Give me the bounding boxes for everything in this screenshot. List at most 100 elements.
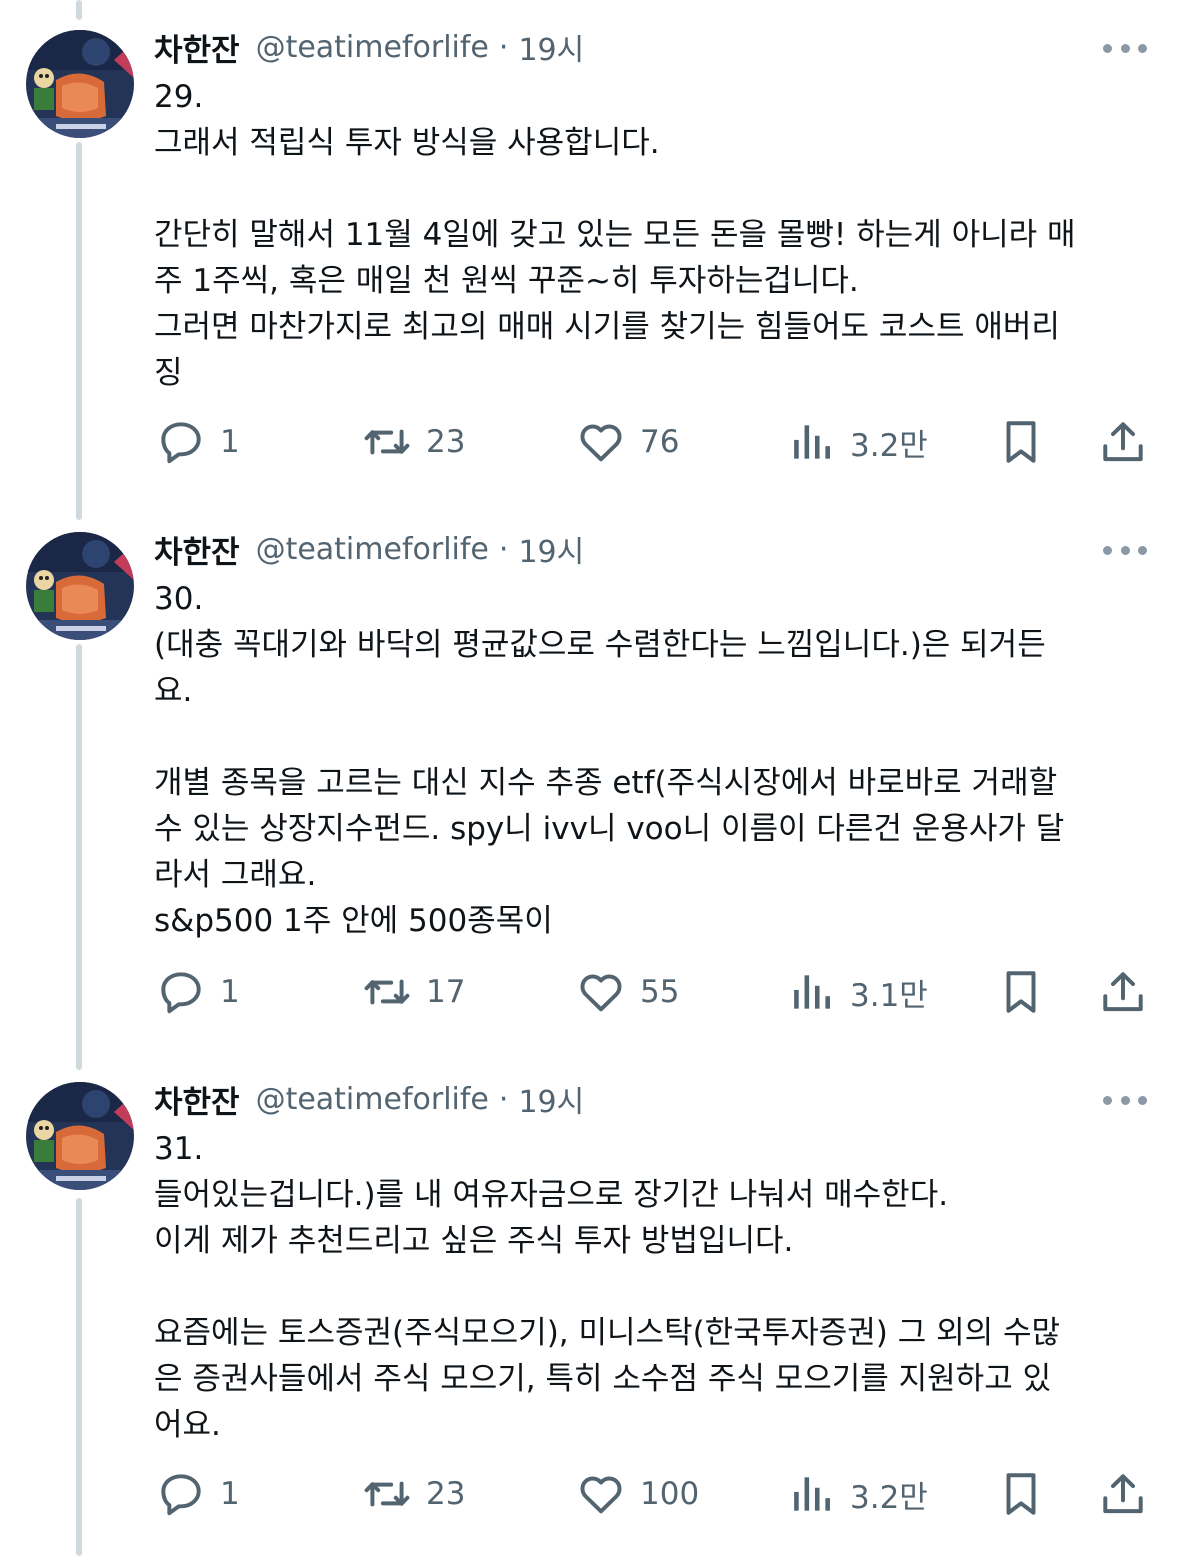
more-icon[interactable] bbox=[1103, 544, 1147, 556]
retweets-count: 23 bbox=[426, 424, 466, 460]
like-icon bbox=[576, 417, 626, 467]
views-icon bbox=[786, 1469, 836, 1519]
views-button[interactable]: 3.2만 bbox=[786, 412, 928, 472]
author-handle[interactable]: @teatimeforlife bbox=[256, 30, 489, 65]
avatar[interactable] bbox=[26, 30, 134, 138]
like-button[interactable]: 100 bbox=[576, 1464, 699, 1524]
bookmark-button[interactable] bbox=[996, 1464, 1046, 1524]
tweet-text-line: 은 증권사들에서 주식 모으기, 특히 소수점 주식 모으기를 지원하고 있 bbox=[154, 1361, 1052, 1397]
author-handle[interactable]: @teatimeforlife bbox=[256, 1082, 489, 1117]
avatar[interactable] bbox=[26, 1082, 134, 1190]
views-count: 3.2만 bbox=[850, 1479, 928, 1516]
share-button[interactable] bbox=[1098, 412, 1148, 472]
author-name[interactable]: 차한잔 bbox=[154, 25, 240, 70]
tweet-text-line: 요즘에는 토스증권(주식모으기), 미니스탁(한국투자증권) 그 외의 수많 bbox=[154, 1315, 1061, 1351]
bookmark-button[interactable] bbox=[996, 962, 1046, 1022]
replies-count: 1 bbox=[220, 974, 240, 1010]
tweet-text-line: 그러면 마찬가지로 최고의 매매 시기를 찾기는 힘들어도 코스트 애버리 bbox=[154, 309, 1060, 345]
views-button[interactable]: 3.1만 bbox=[786, 962, 928, 1022]
retweet-icon bbox=[362, 417, 412, 467]
likes-count: 100 bbox=[640, 1476, 700, 1512]
tweet-text-line bbox=[154, 714, 1144, 760]
tweet-text-line: 29. bbox=[154, 79, 204, 115]
retweet-icon bbox=[362, 967, 412, 1017]
reply-icon bbox=[156, 417, 206, 467]
views-icon bbox=[786, 417, 836, 467]
tweet-text-line: 31. bbox=[154, 1131, 204, 1167]
avatar[interactable] bbox=[26, 532, 134, 640]
replies-count: 1 bbox=[220, 424, 240, 460]
tweet-actions: 1 17 55 3.1만 bbox=[0, 962, 1179, 1022]
tweet-text-line: 어요. bbox=[154, 1407, 221, 1443]
tweet-text-line: 주 1주씩, 혹은 매일 천 원씩 꾸준~히 투자하는겁니다. bbox=[154, 263, 859, 299]
reply-button[interactable]: 1 bbox=[156, 962, 240, 1022]
like-icon bbox=[576, 967, 626, 1017]
reply-button[interactable]: 1 bbox=[156, 412, 240, 472]
timestamp[interactable]: 19시 bbox=[518, 527, 584, 571]
tweet-text-line bbox=[154, 1264, 1144, 1310]
tweet-text-line: 30. bbox=[154, 581, 204, 617]
tweet-header: 차한잔 @teatimeforlife · 19시 bbox=[154, 1076, 584, 1122]
tweet-card: 차한잔 @teatimeforlife · 19시 29. 그래서 적립식 투자 방식을 … bbox=[0, 0, 1179, 500]
share-icon bbox=[1098, 967, 1148, 1017]
author-handle[interactable]: @teatimeforlife bbox=[256, 532, 489, 567]
tweet-header: 차한잔 @teatimeforlife · 19시 bbox=[154, 526, 584, 572]
tweet-text: 30. (대충 꼭대기와 바닥의 평균값으로 수렴한다는 느낌입니다.)은 되거든… bbox=[154, 576, 1144, 944]
tweet-text-line: (대충 꼭대기와 바닥의 평균값으로 수렴한다는 느낌입니다.)은 되거든 bbox=[154, 627, 1046, 663]
timestamp[interactable]: 19시 bbox=[518, 25, 584, 69]
tweet-text-line: 들어있는겁니다.)를 내 여유자금으로 장기간 나눠서 매수한다. bbox=[154, 1177, 949, 1213]
separator-dot: · bbox=[498, 1081, 509, 1117]
share-icon bbox=[1098, 417, 1148, 467]
bookmark-icon bbox=[996, 417, 1046, 467]
bookmark-icon bbox=[996, 967, 1046, 1017]
more-icon[interactable] bbox=[1103, 42, 1147, 54]
separator-dot: · bbox=[498, 531, 509, 567]
tweet-text: 31. 들어있는겁니다.)를 내 여유자금으로 장기간 나눠서 매수한다. 이게 제… bbox=[154, 1126, 1144, 1448]
share-button[interactable] bbox=[1098, 962, 1148, 1022]
tweet-text-line: 간단히 말해서 11월 4일에 갖고 있는 모든 돈을 몰빵! 하는게 아니라 … bbox=[154, 217, 1076, 253]
share-icon bbox=[1098, 1469, 1148, 1519]
views-button[interactable]: 3.2만 bbox=[786, 1464, 928, 1524]
tweet-text-line: 수 있는 상장지수펀드. spy니 ivv니 voo니 이름이 다른건 운용사가… bbox=[154, 811, 1065, 847]
like-button[interactable]: 76 bbox=[576, 412, 679, 472]
retweet-icon bbox=[362, 1469, 412, 1519]
tweet-text-line: 징 bbox=[154, 355, 183, 391]
tweet-text-line: s&p500 1주 안에 500종목이 bbox=[154, 903, 553, 939]
views-count: 3.2만 bbox=[850, 427, 928, 464]
author-name[interactable]: 차한잔 bbox=[154, 527, 240, 572]
views-icon bbox=[786, 967, 836, 1017]
retweet-button[interactable]: 23 bbox=[362, 412, 465, 472]
tweet-actions: 1 23 76 3.2만 bbox=[0, 412, 1179, 472]
retweets-count: 23 bbox=[426, 1476, 466, 1512]
bookmark-button[interactable] bbox=[996, 412, 1046, 472]
tweet-card: 차한잔 @teatimeforlife · 19시 31. 들어있는겁니다.)를 내 여유… bbox=[0, 1052, 1179, 1552]
more-icon[interactable] bbox=[1103, 1094, 1147, 1106]
tweet-header: 차한잔 @teatimeforlife · 19시 bbox=[154, 24, 584, 70]
author-name[interactable]: 차한잔 bbox=[154, 1077, 240, 1122]
like-button[interactable]: 55 bbox=[576, 962, 679, 1022]
tweet-text-line bbox=[154, 166, 1144, 212]
reply-icon bbox=[156, 967, 206, 1017]
tweet-text-line: 라서 그래요. bbox=[154, 857, 317, 893]
tweet-text-line: 요. bbox=[154, 673, 193, 709]
timestamp[interactable]: 19시 bbox=[518, 1077, 584, 1121]
bookmark-icon bbox=[996, 1469, 1046, 1519]
tweet-text: 29. 그래서 적립식 투자 방식을 사용합니다. 간단히 말해서 11월 4일에 … bbox=[154, 74, 1144, 396]
replies-count: 1 bbox=[220, 1476, 240, 1512]
separator-dot: · bbox=[498, 29, 509, 65]
tweet-text-line: 그래서 적립식 투자 방식을 사용합니다. bbox=[154, 125, 660, 161]
reply-icon bbox=[156, 1469, 206, 1519]
tweet-card: 차한잔 @teatimeforlife · 19시 30. (대충 꼭대기와 바닥의 평균… bbox=[0, 502, 1179, 1014]
retweet-button[interactable]: 17 bbox=[362, 962, 465, 1022]
views-count: 3.1만 bbox=[850, 977, 928, 1014]
likes-count: 76 bbox=[640, 424, 680, 460]
reply-button[interactable]: 1 bbox=[156, 1464, 240, 1524]
tweet-text-line: 이게 제가 추천드리고 싶은 주식 투자 방법입니다. bbox=[154, 1223, 794, 1259]
like-icon bbox=[576, 1469, 626, 1519]
tweet-text-line: 개별 종목을 고르는 대신 지수 추종 etf(주식시장에서 바로바로 거래할 bbox=[154, 765, 1058, 801]
retweets-count: 17 bbox=[426, 974, 466, 1010]
retweet-button[interactable]: 23 bbox=[362, 1464, 465, 1524]
likes-count: 55 bbox=[640, 974, 680, 1010]
share-button[interactable] bbox=[1098, 1464, 1148, 1524]
tweet-actions: 1 23 100 3.2만 bbox=[0, 1464, 1179, 1524]
